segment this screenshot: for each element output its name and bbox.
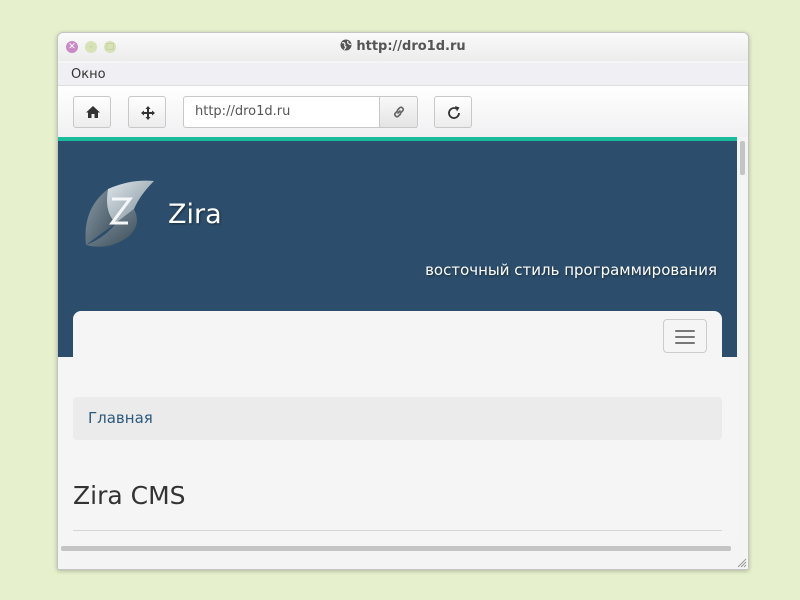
menu-bar: Окно xyxy=(58,63,748,86)
hamburger-icon xyxy=(675,330,695,332)
zira-logo[interactable] xyxy=(82,179,158,249)
hamburger-icon xyxy=(675,336,695,338)
link-icon xyxy=(393,106,405,118)
move-button[interactable] xyxy=(128,96,166,128)
hamburger-icon xyxy=(675,342,695,344)
go-link-button[interactable] xyxy=(379,96,418,128)
menu-item-window[interactable]: Окно xyxy=(71,67,106,82)
window-title-text: http://dro1d.ru xyxy=(356,39,466,54)
breadcrumb-home-link[interactable]: Главная xyxy=(88,409,153,427)
status-bar xyxy=(58,554,748,569)
horizontal-scroll-thumb[interactable] xyxy=(61,546,731,551)
page-viewport[interactable]: Zira восточный стиль программирования Гл… xyxy=(58,137,737,543)
home-button[interactable] xyxy=(73,96,111,128)
site-title[interactable]: Zira xyxy=(168,199,222,230)
breadcrumb: Главная xyxy=(73,397,722,440)
divider xyxy=(73,530,722,531)
title-bar[interactable]: ✕ – □ http://dro1d.ru xyxy=(58,33,748,61)
globe-icon xyxy=(340,39,352,51)
move-icon xyxy=(141,106,155,120)
reload-button[interactable] xyxy=(434,96,472,128)
reload-icon xyxy=(448,106,460,119)
resize-grip-icon[interactable] xyxy=(737,558,747,568)
url-input[interactable] xyxy=(195,104,395,119)
page-title: Zira CMS xyxy=(73,481,186,510)
horizontal-scrollbar[interactable] xyxy=(58,543,737,554)
vertical-scroll-thumb[interactable] xyxy=(740,141,745,175)
window-title: http://dro1d.ru xyxy=(58,39,748,54)
menu-toggle-button[interactable] xyxy=(663,319,707,353)
home-icon xyxy=(86,106,100,118)
vertical-scrollbar[interactable] xyxy=(737,137,748,543)
browser-window: ✕ – □ http://dro1d.ru Окно http://dro1d.… xyxy=(57,32,749,570)
toolbar xyxy=(58,86,748,138)
site-tagline: восточный стиль программирования xyxy=(425,261,717,279)
site-navbar xyxy=(73,311,722,371)
site-header: Zira восточный стиль программирования xyxy=(58,141,737,371)
